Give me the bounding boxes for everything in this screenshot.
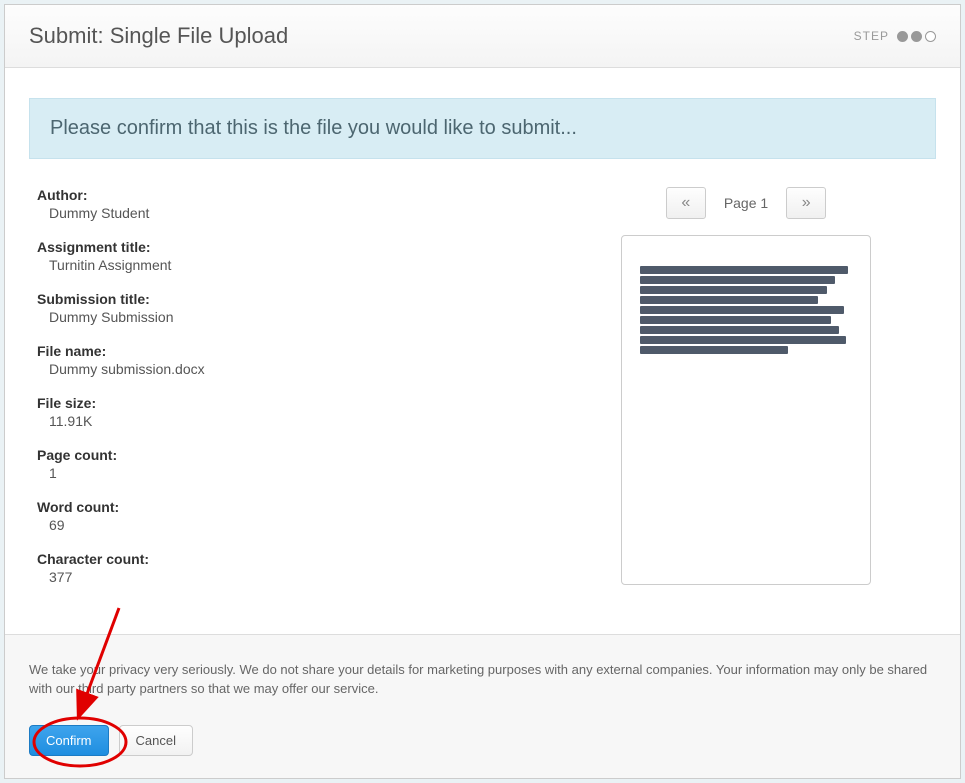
page-title: Submit: Single File Upload — [29, 23, 288, 49]
field-file-size: File size: 11.91K — [37, 395, 532, 429]
field-assignment-title: Assignment title: Turnitin Assignment — [37, 239, 532, 273]
preview-text-line — [640, 336, 846, 344]
preview-text-line — [640, 266, 848, 274]
action-buttons: Confirm Cancel — [29, 725, 936, 756]
preview-text-line — [640, 306, 844, 314]
preview-text-line — [640, 346, 788, 354]
chevron-double-right-icon: » — [802, 194, 811, 212]
preview-column: « Page 1 » — [556, 187, 936, 603]
upload-confirm-panel: Submit: Single File Upload STEP Please c… — [4, 4, 961, 779]
pagecount-value: 1 — [37, 463, 532, 481]
preview-text-line — [640, 326, 839, 334]
step-dot-1-icon — [897, 31, 908, 42]
preview-text-line — [640, 276, 835, 284]
field-word-count: Word count: 69 — [37, 499, 532, 533]
author-label: Author: — [37, 187, 532, 203]
field-page-count: Page count: 1 — [37, 447, 532, 481]
confirm-button[interactable]: Confirm — [29, 725, 109, 756]
file-metadata: Author: Dummy Student Assignment title: … — [29, 187, 532, 603]
field-submission-title: Submission title: Dummy Submission — [37, 291, 532, 325]
field-file-name: File name: Dummy submission.docx — [37, 343, 532, 377]
panel-footer: We take your privacy very seriously. We … — [5, 634, 960, 778]
filename-label: File name: — [37, 343, 532, 359]
panel-content: Please confirm that this is the file you… — [5, 68, 960, 634]
confirm-banner: Please confirm that this is the file you… — [29, 98, 936, 159]
preview-text-line — [640, 296, 818, 304]
step-indicator: STEP — [854, 29, 936, 43]
submission-label: Submission title: — [37, 291, 532, 307]
cancel-button[interactable]: Cancel — [119, 725, 193, 756]
assignment-value: Turnitin Assignment — [37, 255, 532, 273]
field-character-count: Character count: 377 — [37, 551, 532, 585]
chevron-double-left-icon: « — [681, 194, 690, 212]
field-author: Author: Dummy Student — [37, 187, 532, 221]
filesize-label: File size: — [37, 395, 532, 411]
step-dots — [897, 31, 936, 42]
pager-page-label: Page 1 — [724, 195, 768, 211]
preview-pager: « Page 1 » — [666, 187, 826, 219]
preview-text-line — [640, 286, 827, 294]
privacy-text: We take your privacy very seriously. We … — [29, 661, 936, 699]
step-dot-3-icon — [925, 31, 936, 42]
wordcount-value: 69 — [37, 515, 532, 533]
step-label: STEP — [854, 29, 889, 43]
author-value: Dummy Student — [37, 203, 532, 221]
assignment-label: Assignment title: — [37, 239, 532, 255]
filename-value: Dummy submission.docx — [37, 359, 532, 377]
wordcount-label: Word count: — [37, 499, 532, 515]
panel-header: Submit: Single File Upload STEP — [5, 5, 960, 68]
pagecount-label: Page count: — [37, 447, 532, 463]
submission-value: Dummy Submission — [37, 307, 532, 325]
preview-text-line — [640, 316, 831, 324]
charcount-label: Character count: — [37, 551, 532, 567]
step-dot-2-icon — [911, 31, 922, 42]
pager-next-button[interactable]: » — [786, 187, 826, 219]
charcount-value: 377 — [37, 567, 532, 585]
filesize-value: 11.91K — [37, 411, 532, 429]
pager-prev-button[interactable]: « — [666, 187, 706, 219]
document-preview — [621, 235, 871, 585]
